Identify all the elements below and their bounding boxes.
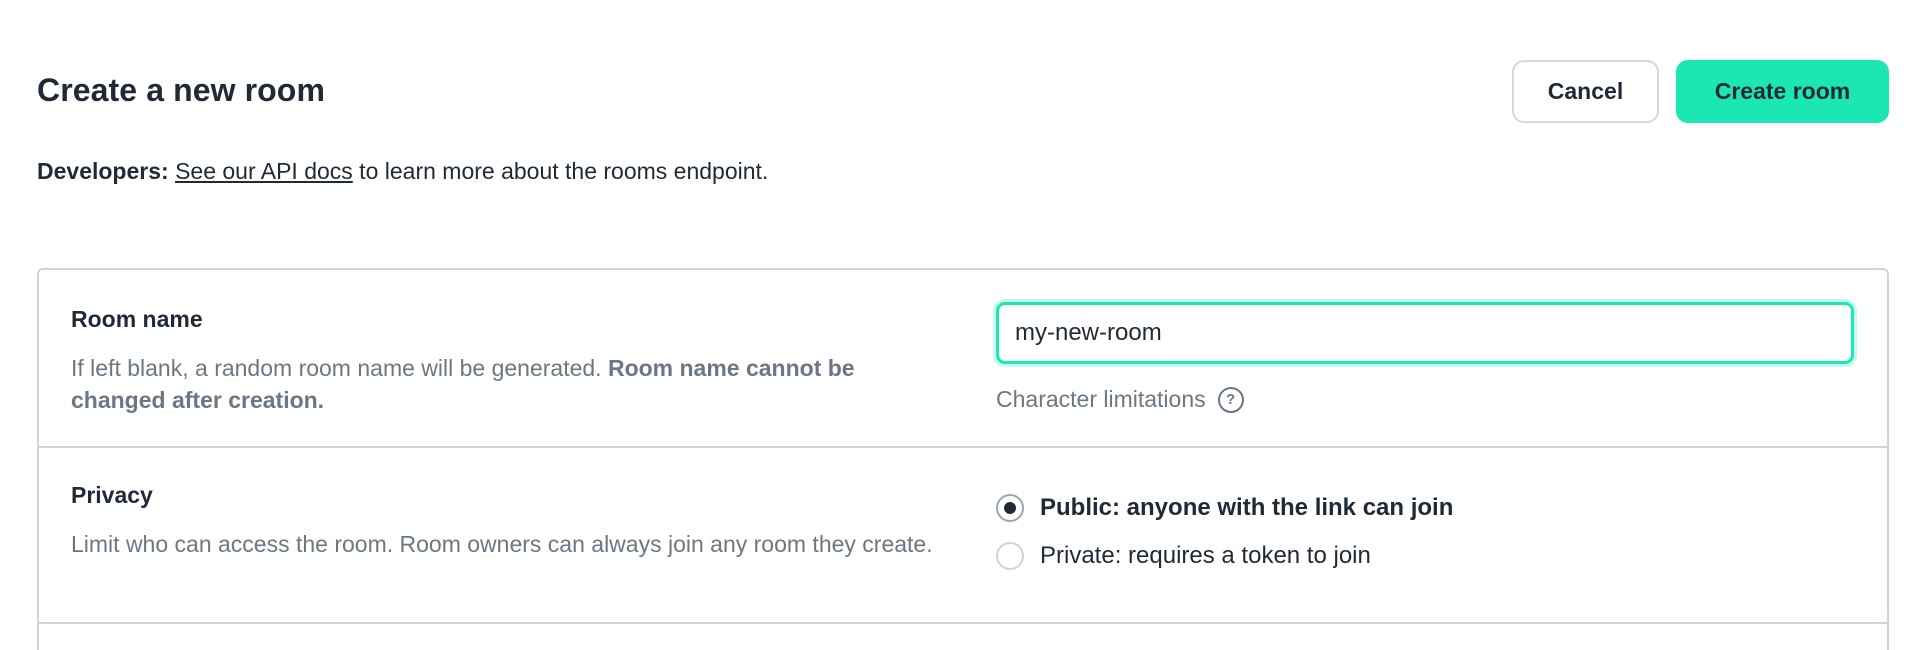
privacy-option-public[interactable]: Public: anyone with the link can join [996, 494, 1453, 522]
cancel-button[interactable]: Cancel [1512, 60, 1659, 123]
create-room-button[interactable]: Create room [1676, 60, 1889, 123]
page-title: Create a new room [37, 72, 326, 108]
radio-unselected-icon[interactable] [996, 542, 1024, 570]
privacy-description: Limit who can access the room. Room owne… [71, 531, 933, 557]
character-limitations: Character limitations ? [996, 386, 1244, 413]
question-circle-icon[interactable]: ? [1217, 386, 1244, 413]
room-name-title: Room name [71, 306, 203, 332]
privacy-title: Privacy [71, 482, 153, 508]
create-room-page: Create a new room Cancel Create room Dev… [0, 0, 1918, 650]
privacy-option-private[interactable]: Private: requires a token to join [996, 542, 1371, 570]
room-name-input[interactable] [996, 302, 1854, 364]
room-settings-card: Room name If left blank, a random room n… [37, 268, 1889, 650]
radio-selected-icon[interactable] [996, 494, 1024, 522]
developers-label: Developers: [37, 158, 169, 184]
character-limitations-label: Character limitations [996, 386, 1206, 412]
room-name-row: Room name If left blank, a random room n… [39, 270, 1887, 448]
privacy-option-public-label: Public: anyone with the link can join [1040, 494, 1454, 521]
developers-note: Developers: See our API docs to learn mo… [37, 158, 768, 185]
room-name-description: If left blank, a random room name will b… [71, 352, 951, 416]
privacy-option-private-label: Private: requires a token to join [1040, 542, 1371, 569]
api-docs-link[interactable]: See our API docs [175, 158, 353, 184]
developers-suffix: to learn more about the rooms endpoint. [352, 158, 769, 184]
privacy-row: Privacy Limit who can access the room. R… [39, 448, 1887, 624]
room-name-desc-plain: If left blank, a random room name will b… [71, 355, 608, 381]
